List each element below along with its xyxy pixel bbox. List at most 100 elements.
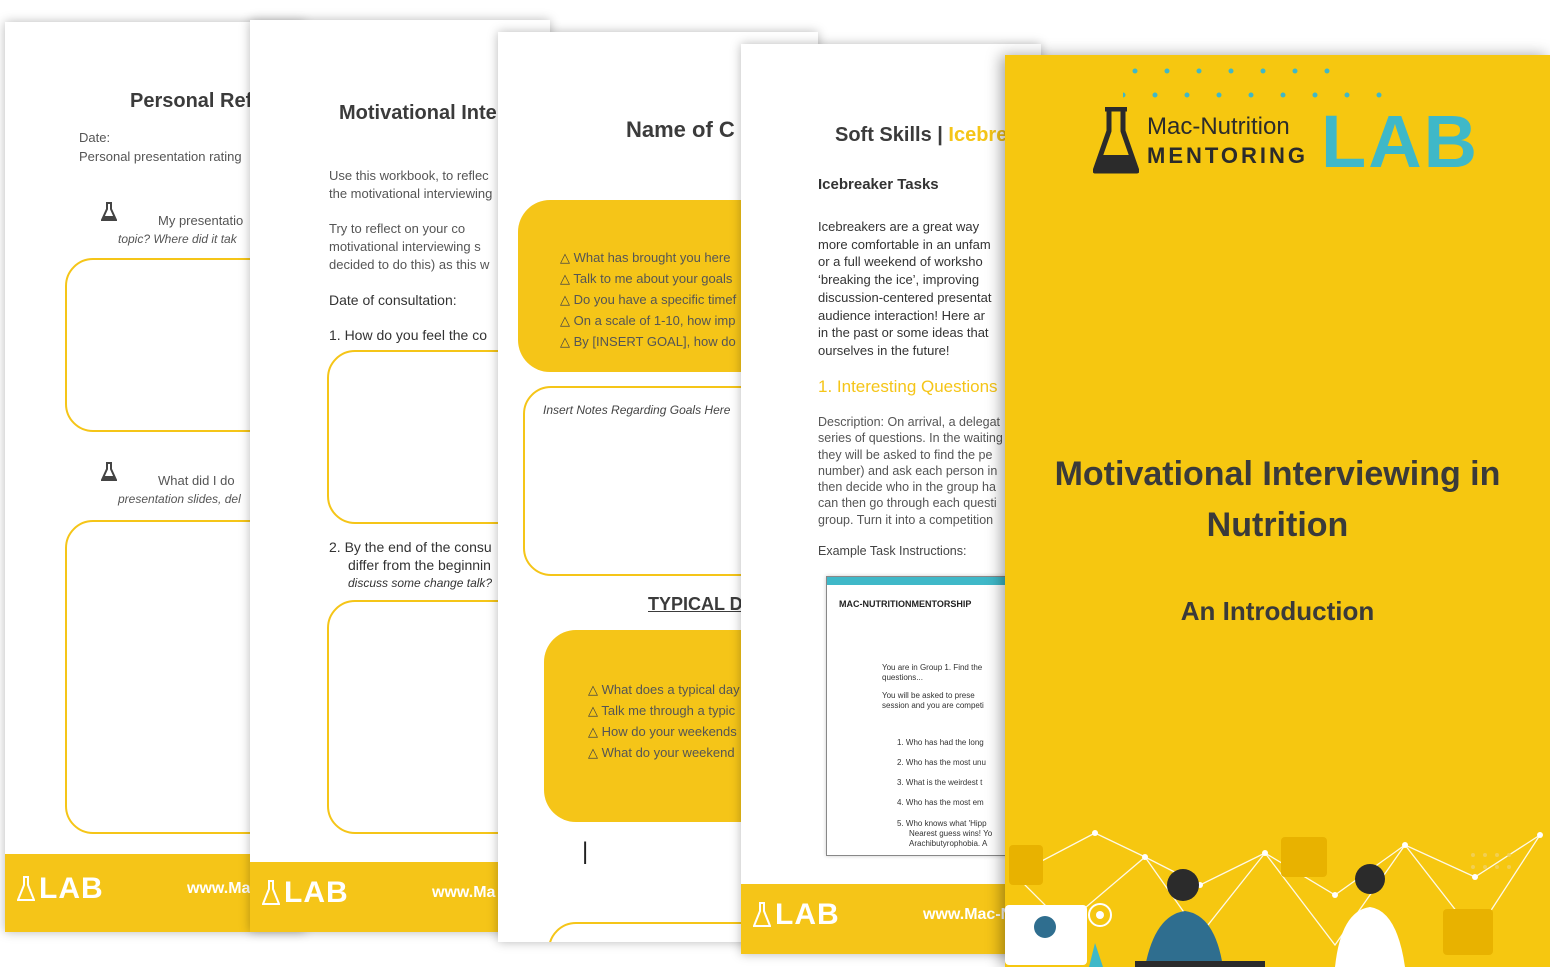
flask-icon [1093,107,1139,174]
typical-day-list: △ What does a typical day △ Talk me thro… [588,682,740,766]
flask-icon: △ [560,250,570,265]
flask-icon [101,462,117,481]
typical-item: △ How do your weekends [588,724,740,745]
typical-item: △ What does a typical day [588,682,740,703]
para-line: discussion-centered presentat [818,289,992,305]
para-line-2: motivational interviewing s [329,239,481,254]
intro-line-2: the motivational interviewing [329,186,493,201]
para-line-3: decided to do this) as this w [329,257,490,272]
card-list-item: 1. Who has had the long [897,738,984,747]
typical-text: What do your weekend [601,745,735,760]
goal-text: What has brought you here [573,250,731,265]
card-line: questions... [882,673,923,682]
typical-item: △ What do your weekend [588,745,740,766]
flask-icon: △ [560,334,570,349]
desc-line: series of questions. In the waiting [818,431,1003,446]
dot-grid [1123,68,1382,98]
flask-icon [753,902,771,927]
intro-line-1: Use this workbook, to reflec [329,168,489,183]
goal-text: Talk to me about your goals [573,271,733,286]
goal-text: Do you have a specific timef [573,292,737,307]
card-list-item: Nearest guess wins! Yo [909,829,993,838]
goal-item: △ On a scale of 1-10, how imp [560,313,736,334]
flask-icon: △ [560,313,570,328]
flask-icon: △ [560,292,570,307]
goal-item: △ By [INSERT GOAL], how do [560,334,736,355]
goals-list: △ What has brought you here △ Talk to me… [560,250,736,355]
goal-item: △ Talk to me about your goals [560,271,736,292]
flask-icon: △ [588,703,598,718]
para-line: Icebreakers are a great way [818,219,980,234]
desc-line: they will be asked to find the pe [818,447,993,462]
footer-logo: LAB [262,876,349,910]
question-2b: presentation slides, del [118,492,241,506]
card-list: 1. Who has had the long 2. Who has the m… [897,733,992,849]
card-list-item: Arachibutyrophobia. A [909,839,988,848]
para-line: ourselves in the future! [818,342,950,358]
page-title: Personal Ref [130,90,253,112]
question-2a: 2. By the end of the consu [329,539,492,555]
para-line: or a full weekend of worksho [818,254,983,270]
goal-text: On a scale of 1-10, how imp [573,313,736,328]
footer-website: www.Ma [187,880,251,897]
cover-page: Mac-Nutrition MENTORING LAB Motivational… [1005,55,1550,967]
brand-top-text: Mac-Nutrition [1147,113,1290,140]
page-footer: LAB www.Mac-N [741,884,1041,954]
desc-line: Description: On arrival, a delegat [818,415,1001,429]
card-list-item: 2. Who has the most unu [897,758,986,767]
goal-text: By [INSERT GOAL], how do [573,334,736,349]
page-title-accent: Icebre [948,124,1008,146]
flask-icon [262,880,280,905]
typical-day-heading: TYPICAL D [648,594,743,614]
footer-website: www.Ma [432,884,496,901]
footer-lab-text: LAB [775,898,840,931]
card-title: MAC-NUTRITIONMENTORSHIP [839,599,972,609]
para-line: more comfortable in an unfam [818,236,991,252]
page-title: Soft Skills | Icebre [835,124,1007,147]
description-paragraph: Description: On arrival, a delegat serie… [818,414,1003,528]
footer-lab-text: LAB [284,876,349,909]
card-body: You are in Group 1. Find the questions..… [882,663,984,711]
text-cursor: | [582,838,589,865]
goals-notes-placeholder: Insert Notes Regarding Goals Here [543,403,731,417]
para-line: in the past or some ideas that [818,325,989,341]
cover-title-line-1: Motivational Interviewing in [1054,455,1501,493]
card-list-item: 4. Who has the most em [897,798,984,807]
desc-line: then decide who in the group ha [818,480,996,495]
cover-subtitle: An Introduction [1180,596,1375,626]
date-of-consultation-label: Date of consultation: [329,292,457,308]
typical-text: What does a typical day [601,682,740,697]
typical-item: △ Talk me through a typic [588,703,740,724]
card-line: You will be asked to prese [882,691,975,700]
question-2b: differ from the beginnin [348,557,491,573]
section-heading: Icebreaker Tasks [818,176,939,193]
intro-paragraph: Icebreakers are a great way more comfort… [818,218,991,360]
subsection-title: 1. Interesting Questions [818,377,998,396]
brand-bottom-text: MENTORING [1147,143,1309,168]
consultation-illustration [1005,830,1543,967]
desc-line: number) and ask each person in [818,463,998,478]
page-title: Motivational Inte [339,102,497,124]
para-line: audience interaction! Here ar [818,307,985,323]
card-list-item: 5. Who knows what 'Hipp [897,819,987,828]
goal-item: △ What has brought you here [560,250,736,271]
question-1a: My presentatio [158,213,244,228]
flask-icon [101,202,117,221]
flask-icon: △ [588,682,598,697]
flask-icon: △ [588,724,598,739]
question-1b: topic? Where did it tak [118,232,237,246]
cover-title-line-2: Nutrition [1206,506,1349,544]
desc-line: can then go through each questi [818,496,997,511]
typical-text: How do your weekends [601,724,737,739]
card-line: session and you are competi [882,701,984,710]
page-title-main: Soft Skills | [835,124,949,146]
brand-logo: Mac-Nutrition MENTORING LAB [1093,100,1477,183]
goal-item: △ Do you have a specific timef [560,292,736,313]
desc-line: group. Turn it into a competition [818,512,994,527]
para-line: ‘breaking the ice’, improving [818,272,980,288]
footer-website: www.Mac-N [923,906,1013,923]
brand-lab-text: LAB [1321,100,1480,183]
example-label: Example Task Instructions: [818,544,967,558]
date-label: Date: [79,130,111,145]
footer-lab-text: LAB [39,872,104,905]
